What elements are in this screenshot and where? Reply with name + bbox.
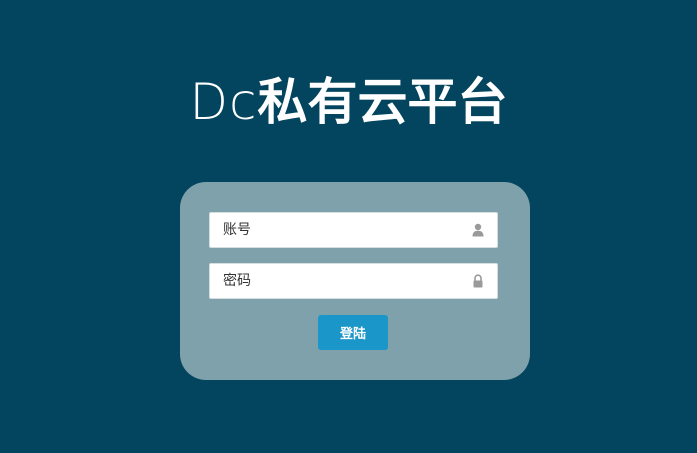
login-panel: 登陆 bbox=[180, 182, 530, 380]
page-title: Dc私有云平台 bbox=[0, 70, 697, 134]
login-button[interactable]: 登陆 bbox=[318, 315, 388, 350]
username-field[interactable] bbox=[209, 212, 498, 248]
password-input[interactable] bbox=[210, 264, 465, 298]
password-field[interactable] bbox=[209, 263, 498, 299]
lock-icon bbox=[473, 274, 483, 288]
title-name: 私有云平台 bbox=[257, 73, 508, 131]
username-input[interactable] bbox=[210, 213, 465, 247]
user-icon bbox=[472, 223, 484, 237]
title-brand: Dc bbox=[189, 73, 258, 131]
